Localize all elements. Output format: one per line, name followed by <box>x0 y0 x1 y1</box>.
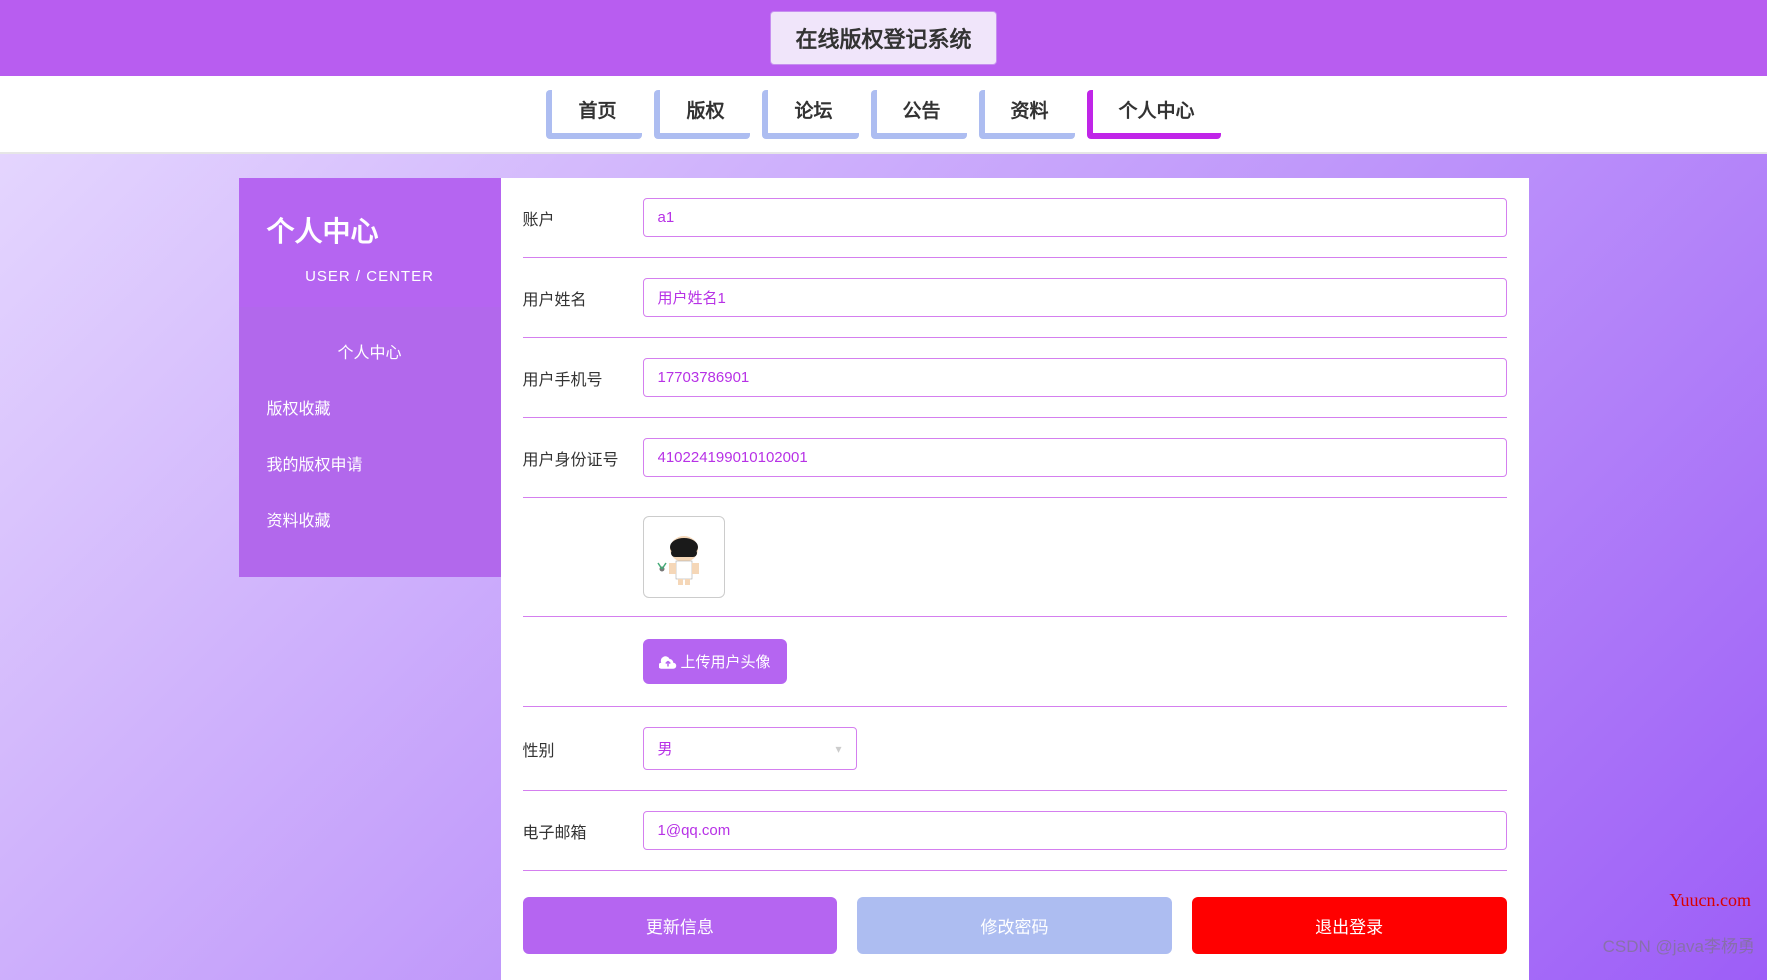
watermark-yuucn: Yuucn.com <box>1670 890 1751 911</box>
select-gender[interactable]: 男 ▾ <box>643 727 857 770</box>
avatar-preview <box>643 516 725 598</box>
nav-tab-user-center[interactable]: 个人中心 <box>1087 90 1221 139</box>
nav-tab-announcement[interactable]: 公告 <box>871 90 967 139</box>
input-email[interactable] <box>643 811 1507 850</box>
row-account: 账户 <box>523 178 1507 258</box>
content-wrapper: 个人中心 USER / CENTER 个人中心 版权收藏 我的版权申请 资料收藏… <box>239 178 1529 980</box>
input-idcard[interactable] <box>643 438 1507 477</box>
sidebar-item-copyright-fav[interactable]: 版权收藏 <box>239 379 501 435</box>
label-gender: 性别 <box>523 737 643 761</box>
watermark-csdn: CSDN @java李杨勇 <box>1603 932 1755 957</box>
change-password-button[interactable]: 修改密码 <box>857 897 1172 954</box>
input-phone[interactable] <box>643 358 1507 397</box>
row-name: 用户姓名 <box>523 258 1507 338</box>
sidebar-menu: 个人中心 版权收藏 我的版权申请 资料收藏 <box>239 307 501 577</box>
label-phone: 用户手机号 <box>523 366 643 390</box>
upload-avatar-label: 上传用户头像 <box>681 651 771 672</box>
cloud-upload-icon <box>659 655 677 669</box>
body-area: 个人中心 USER / CENTER 个人中心 版权收藏 我的版权申请 资料收藏… <box>0 154 1767 980</box>
row-idcard: 用户身份证号 <box>523 418 1507 498</box>
sidebar: 个人中心 USER / CENTER 个人中心 版权收藏 我的版权申请 资料收藏 <box>239 178 501 577</box>
nav-tab-copyright[interactable]: 版权 <box>654 90 750 139</box>
label-idcard: 用户身份证号 <box>523 446 643 470</box>
label-account: 账户 <box>523 206 643 230</box>
label-name: 用户姓名 <box>523 286 643 310</box>
label-email: 电子邮箱 <box>523 819 643 843</box>
system-title: 在线版权登记系统 <box>770 11 996 65</box>
row-gender: 性别 男 ▾ <box>523 707 1507 791</box>
input-name[interactable] <box>643 278 1507 317</box>
logout-button[interactable]: 退出登录 <box>1192 897 1507 954</box>
sidebar-item-user-center[interactable]: 个人中心 <box>239 323 501 379</box>
sidebar-title: 个人中心 <box>267 210 501 250</box>
sidebar-item-materials-fav[interactable]: 资料收藏 <box>239 491 501 547</box>
nav-tabs: 首页 版权 论坛 公告 资料 个人中心 <box>0 76 1767 154</box>
sidebar-subtitle: USER / CENTER <box>267 268 501 285</box>
form-panel: 账户 用户姓名 用户手机号 用户身份证号 <box>501 178 1529 980</box>
row-avatar <box>523 498 1507 617</box>
select-gender-value: 男 <box>658 738 673 759</box>
action-row: 更新信息 修改密码 退出登录 <box>523 871 1507 980</box>
nav-tab-home[interactable]: 首页 <box>546 90 642 139</box>
update-button[interactable]: 更新信息 <box>523 897 838 954</box>
row-email: 电子邮箱 <box>523 791 1507 871</box>
chevron-down-icon: ▾ <box>835 742 841 756</box>
row-phone: 用户手机号 <box>523 338 1507 418</box>
top-header: 在线版权登记系统 <box>0 0 1767 76</box>
sidebar-item-my-apply[interactable]: 我的版权申请 <box>239 435 501 491</box>
nav-tab-forum[interactable]: 论坛 <box>762 90 858 139</box>
avatar-icon <box>654 527 714 587</box>
input-account[interactable] <box>643 198 1507 237</box>
upload-avatar-button[interactable]: 上传用户头像 <box>643 639 787 684</box>
row-upload: 上传用户头像 <box>523 617 1507 707</box>
sidebar-head: 个人中心 USER / CENTER <box>239 178 501 307</box>
nav-tab-materials[interactable]: 资料 <box>979 90 1075 139</box>
